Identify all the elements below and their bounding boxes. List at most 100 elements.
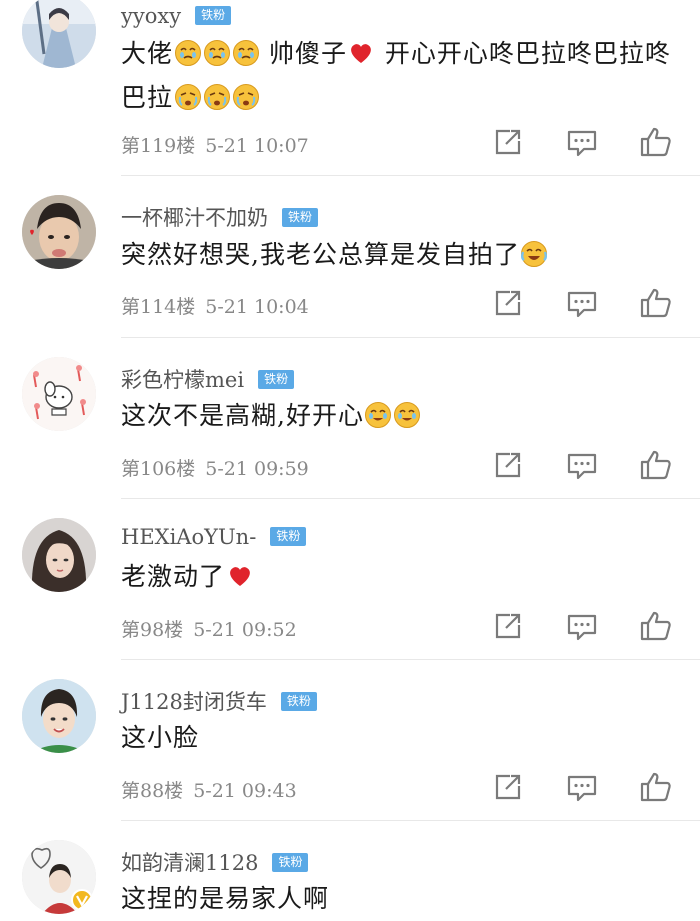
text-segment: 大佬 <box>121 39 174 68</box>
comment-actions <box>480 447 690 483</box>
thumbs-up-icon <box>640 611 671 641</box>
text-segment: 突然好想哭,我老公总算是发自拍了 <box>121 240 520 269</box>
floor-number: 第98楼 <box>121 619 184 641</box>
avatar-image <box>22 518 96 592</box>
fan-badge: 铁粉 <box>195 6 232 25</box>
comment-date: 5-21 09:43 <box>193 780 297 802</box>
reply-button[interactable] <box>564 124 600 160</box>
comment-text: 这小脸 <box>121 716 681 760</box>
heart-emoji <box>229 567 250 586</box>
divider <box>121 498 700 499</box>
avatar-image <box>22 840 96 914</box>
comment-meta: 第106楼 5-21 09:59 <box>121 454 309 481</box>
share-edit-icon <box>495 774 521 800</box>
heart-emoji <box>351 44 372 63</box>
username-text[interactable]: J1128封闭货车 <box>121 690 267 714</box>
username-text[interactable]: 一杯椰汁不加奶 <box>121 206 268 230</box>
share-button[interactable] <box>490 608 526 644</box>
reply-button[interactable] <box>564 285 600 321</box>
username-text[interactable]: yyoxy <box>121 4 181 28</box>
comment-text: 这次不是高糊,好开心 <box>121 394 681 438</box>
happy-tears-emoji <box>365 402 392 428</box>
comment-date: 5-21 09:52 <box>193 619 297 641</box>
comment-meta: 第98楼 5-21 09:52 <box>121 615 297 642</box>
comment-text: 老激动了 <box>121 555 681 599</box>
divider <box>121 659 700 660</box>
share-edit-icon <box>495 452 521 478</box>
avatar[interactable] <box>22 0 96 68</box>
avatar[interactable] <box>22 357 96 431</box>
comment-actions <box>480 769 690 805</box>
comment-meta: 第119楼 5-21 10:07 <box>121 131 309 158</box>
moved-emoji <box>174 40 201 66</box>
fan-badge: 铁粉 <box>282 208 319 227</box>
username-text[interactable]: HEXiAoYUn- <box>121 525 256 549</box>
share-button[interactable] <box>490 769 526 805</box>
avatar-image <box>22 679 96 753</box>
reply-button[interactable] <box>564 447 600 483</box>
like-button[interactable] <box>638 447 674 483</box>
tears-emoji <box>174 84 201 110</box>
reply-button[interactable] <box>564 608 600 644</box>
like-button[interactable] <box>638 769 674 805</box>
comment-bubble-icon <box>567 291 597 318</box>
fan-badge: 铁粉 <box>272 853 309 872</box>
like-button[interactable] <box>638 285 674 321</box>
avatar-image <box>22 0 96 68</box>
share-button[interactable] <box>490 285 526 321</box>
thumbs-up-icon <box>640 127 671 157</box>
text-segment: 这捏的是易家人啊 <box>121 884 330 913</box>
username[interactable]: HEXiAoYUn- 铁粉 <box>121 525 307 549</box>
thumbs-up-icon <box>640 772 671 802</box>
fan-badge: 铁粉 <box>280 692 317 711</box>
comment-text: 突然好想哭,我老公总算是发自拍了 <box>121 233 681 277</box>
comment-date: 5-21 10:04 <box>205 296 309 318</box>
comment-bubble-icon <box>567 130 597 157</box>
avatar[interactable] <box>22 195 96 269</box>
like-button[interactable] <box>638 124 674 160</box>
thumbs-up-icon <box>640 288 671 318</box>
username[interactable]: 彩色柠檬mei 铁粉 <box>121 364 295 394</box>
tears-emoji <box>203 84 230 110</box>
share-edit-icon <box>495 290 521 316</box>
moved-emoji <box>232 40 259 66</box>
happy-tears-emoji <box>394 402 421 428</box>
comment-text: 大佬 帅傻子 开心开心咚巴拉咚巴拉咚巴拉 <box>121 32 681 120</box>
tears-emoji <box>232 84 259 110</box>
comment-meta: 第114楼 5-21 10:04 <box>121 292 309 319</box>
text-segment: 老激动了 <box>121 562 226 591</box>
comment-text: 这捏的是易家人啊 <box>121 877 681 921</box>
share-edit-icon <box>495 613 521 639</box>
text-segment: 这小脸 <box>121 723 200 752</box>
reply-button[interactable] <box>564 769 600 805</box>
floor-number: 第114楼 <box>121 296 196 318</box>
fan-badge: 铁粉 <box>258 370 295 389</box>
comment-actions <box>480 608 690 644</box>
share-button[interactable] <box>490 447 526 483</box>
avatar[interactable] <box>22 679 96 753</box>
username[interactable]: 如韵清澜1128 铁粉 <box>121 847 309 877</box>
username-text[interactable]: 如韵清澜1128 <box>121 851 258 875</box>
comment-bubble-icon <box>567 775 597 802</box>
username-text[interactable]: 彩色柠檬mei <box>121 368 244 392</box>
moved-emoji <box>203 40 230 66</box>
thumbs-up-icon <box>640 450 671 480</box>
share-button[interactable] <box>490 124 526 160</box>
comment-actions <box>480 285 690 321</box>
floor-number: 第106楼 <box>121 458 196 480</box>
floor-number: 第88楼 <box>121 780 184 802</box>
username[interactable]: 一杯椰汁不加奶 铁粉 <box>121 202 319 232</box>
fan-badge: 铁粉 <box>270 527 307 546</box>
avatar[interactable] <box>22 840 96 914</box>
avatar-image <box>22 357 96 431</box>
username[interactable]: yyoxy 铁粉 <box>121 4 232 28</box>
avatar-image <box>22 195 96 269</box>
divider <box>121 337 700 338</box>
like-button[interactable] <box>638 608 674 644</box>
comment-bubble-icon <box>567 453 597 480</box>
avatar[interactable] <box>22 518 96 592</box>
username[interactable]: J1128封闭货车 铁粉 <box>121 686 317 716</box>
text-segment: 帅傻子 <box>260 39 347 68</box>
laugh-cry-emoji <box>521 241 548 267</box>
share-edit-icon <box>495 129 521 155</box>
